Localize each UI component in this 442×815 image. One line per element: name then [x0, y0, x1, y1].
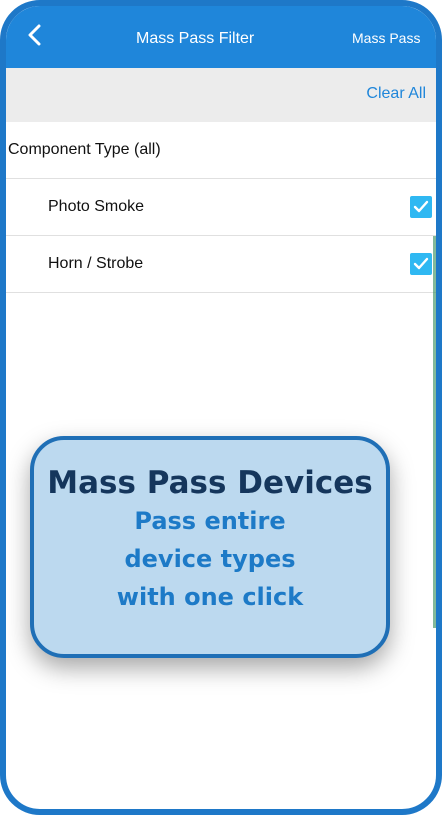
photo-smoke-checkbox[interactable]	[410, 196, 432, 218]
filter-item-photo-smoke[interactable]: Photo Smoke	[6, 179, 436, 236]
clear-all-button[interactable]: Clear All	[366, 85, 426, 103]
section-header-component-type[interactable]: Component Type (all)	[6, 122, 436, 179]
filter-item-label: Photo Smoke	[48, 198, 145, 215]
filter-toolbar: Clear All	[6, 68, 436, 122]
page-title: Mass Pass Filter	[136, 30, 255, 47]
mass-pass-button[interactable]: Mass Pass	[352, 30, 420, 46]
nav-bar: Mass Pass Filter Mass Pass	[6, 6, 436, 68]
checkmark-icon	[413, 200, 429, 213]
horn-strobe-checkbox[interactable]	[410, 253, 432, 275]
filter-item-horn-strobe[interactable]: Horn / Strobe	[6, 236, 436, 293]
background-accent	[433, 236, 436, 628]
callout-title: Mass Pass Devices	[47, 465, 373, 501]
chevron-left-icon	[28, 24, 41, 46]
promo-callout: Mass Pass Devices Pass entire device typ…	[30, 436, 390, 658]
callout-line: Pass entire	[134, 507, 286, 535]
callout-line: device types	[124, 545, 296, 573]
checkmark-icon	[413, 257, 429, 270]
filter-item-label: Horn / Strobe	[48, 255, 144, 272]
callout-line: with one click	[116, 583, 304, 611]
phone-frame: Mass Pass Filter Mass Pass Clear All Com…	[0, 0, 442, 815]
back-button[interactable]	[20, 20, 50, 50]
